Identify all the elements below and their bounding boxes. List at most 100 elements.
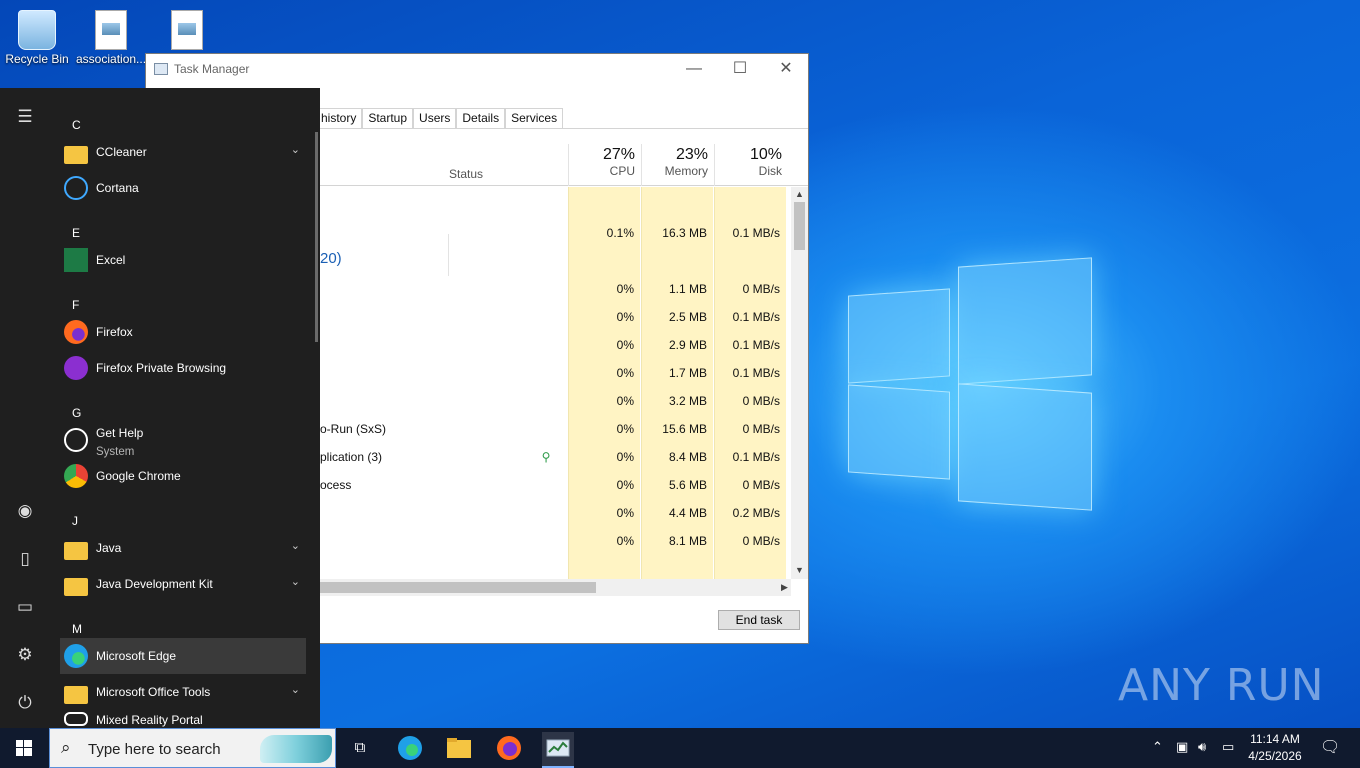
task-manager-taskbar-icon[interactable] bbox=[542, 732, 574, 768]
tab-services[interactable]: Services bbox=[505, 108, 564, 129]
task-view-icon[interactable]: ⧉ bbox=[344, 732, 376, 764]
app-label: Firefox bbox=[96, 325, 133, 339]
scroll-up-icon[interactable]: ▲ bbox=[791, 189, 808, 199]
folder-icon bbox=[64, 146, 88, 164]
file-explorer-taskbar-icon[interactable] bbox=[443, 732, 475, 764]
chevron-down-icon[interactable]: ⌄ bbox=[291, 575, 300, 588]
start-app-cortana[interactable]: Cortana bbox=[60, 170, 306, 206]
start-app-mixed-reality-portal[interactable]: Mixed Reality Portal bbox=[60, 702, 306, 728]
window-title: Task Manager bbox=[174, 62, 250, 76]
search-highlight-illustration bbox=[260, 735, 332, 763]
power-icon[interactable]: ⏻ bbox=[10, 688, 40, 718]
section-letter[interactable]: G bbox=[72, 406, 81, 420]
volume-icon[interactable]: 🔊︎ bbox=[1198, 739, 1206, 755]
start-app-get-help[interactable]: Get Help System bbox=[60, 422, 306, 458]
start-app-ccleaner[interactable]: CCleaner ⌄ bbox=[60, 134, 306, 170]
start-scrollbar[interactable] bbox=[315, 132, 318, 342]
settings-gear-icon[interactable]: ⚙ bbox=[10, 640, 40, 670]
scroll-down-icon[interactable]: ▼ bbox=[791, 565, 808, 575]
chevron-down-icon[interactable]: ⌄ bbox=[291, 683, 300, 696]
start-button[interactable] bbox=[0, 728, 48, 768]
tab-details[interactable]: Details bbox=[456, 108, 506, 129]
scroll-thumb[interactable] bbox=[794, 202, 805, 250]
app-sublabel: System bbox=[96, 446, 135, 458]
start-app-firefox[interactable]: Firefox bbox=[60, 314, 306, 350]
app-label: Java Development Kit bbox=[96, 577, 213, 591]
image-file-desktop-icon[interactable] bbox=[152, 4, 222, 52]
clock[interactable]: 11:14 AM 4/25/2026 bbox=[1242, 731, 1308, 765]
folder-icon bbox=[64, 542, 88, 560]
efficiency-mode-leaf-icon: ⚲ bbox=[541, 450, 551, 464]
disk-column-header[interactable]: 10% Disk bbox=[714, 144, 788, 186]
memory-percent: 23% bbox=[675, 146, 708, 163]
tab-app-history[interactable]: history bbox=[316, 108, 363, 129]
windows-logo-pane bbox=[848, 384, 950, 480]
vertical-scrollbar[interactable]: ▲ ▼ bbox=[791, 187, 808, 579]
app-label: Microsoft Office Tools bbox=[96, 685, 211, 699]
section-letter[interactable]: C bbox=[72, 118, 81, 132]
start-app-microsoft-edge[interactable]: Microsoft Edge bbox=[60, 638, 306, 674]
disk-value: 0.1 MB/s bbox=[732, 366, 780, 380]
app-label: Java bbox=[96, 541, 122, 555]
process-name: plication (3) bbox=[320, 450, 383, 464]
desktop-icon-label: association... bbox=[76, 52, 147, 66]
app-label: Cortana bbox=[96, 181, 139, 195]
disk-value: 0.1 MB/s bbox=[732, 226, 780, 240]
close-button[interactable]: ✕ bbox=[763, 54, 809, 84]
tab-startup[interactable]: Startup bbox=[362, 108, 414, 129]
search-icon: ⌕ bbox=[61, 738, 71, 757]
edge-icon bbox=[398, 736, 422, 760]
user-account-icon[interactable]: ◉ bbox=[10, 496, 40, 526]
section-letter[interactable]: E bbox=[72, 226, 80, 240]
folder-icon bbox=[447, 738, 471, 758]
show-hidden-icons-chevron-icon[interactable]: ⌃ bbox=[1152, 739, 1163, 755]
maximize-button[interactable]: ☐ bbox=[717, 54, 763, 84]
cpu-value: 0% bbox=[616, 282, 634, 296]
scroll-thumb[interactable] bbox=[320, 582, 596, 593]
pictures-icon[interactable]: ▭ bbox=[10, 592, 40, 622]
chevron-down-icon[interactable]: ⌄ bbox=[291, 143, 300, 156]
disk-percent: 10% bbox=[749, 146, 782, 163]
process-name: o-Run (SxS) bbox=[320, 422, 387, 436]
documents-icon[interactable]: ▯ bbox=[10, 544, 40, 574]
minimize-button[interactable]: — bbox=[671, 54, 717, 84]
memory-column-header[interactable]: 23% Memory bbox=[641, 144, 714, 186]
start-app-firefox-private-browsing[interactable]: Firefox Private Browsing bbox=[60, 350, 306, 386]
disk-value: 0 MB/s bbox=[742, 394, 780, 408]
section-letter[interactable]: F bbox=[72, 298, 79, 312]
chevron-down-icon[interactable]: ⌄ bbox=[291, 539, 300, 552]
title-bar[interactable]: Task Manager — ☐ ✕ bbox=[146, 54, 808, 84]
memory-value: 1.7 MB bbox=[668, 366, 707, 380]
start-app-excel[interactable]: Excel bbox=[60, 242, 306, 278]
firefox-taskbar-icon[interactable] bbox=[493, 732, 525, 764]
meet-now-icon[interactable]: ▣ bbox=[1176, 739, 1188, 755]
tab-users[interactable]: Users bbox=[413, 108, 457, 129]
taskbar-search-box[interactable]: ⌕ Type here to search bbox=[49, 728, 336, 768]
app-label: CCleaner bbox=[96, 145, 147, 159]
disk-value: 0 MB/s bbox=[742, 534, 780, 548]
status-column-header[interactable]: Status bbox=[449, 167, 483, 181]
memory-value: 5.6 MB bbox=[668, 478, 707, 492]
action-center-icon[interactable]: 🗨︎ bbox=[1320, 737, 1340, 757]
firefox-icon bbox=[64, 320, 88, 344]
end-task-button[interactable]: End task bbox=[718, 610, 800, 630]
edge-taskbar-icon[interactable] bbox=[394, 732, 426, 764]
cpu-value: 0% bbox=[616, 310, 634, 324]
section-letter[interactable]: J bbox=[72, 514, 78, 528]
scroll-right-icon[interactable]: ▶ bbox=[776, 582, 793, 593]
chrome-icon bbox=[64, 464, 88, 488]
recycle-bin-desktop-icon[interactable]: Recycle Bin bbox=[2, 4, 72, 66]
disk-value: 0.1 MB/s bbox=[732, 338, 780, 352]
windows-logo-pane bbox=[958, 257, 1092, 385]
start-app-java-development-kit[interactable]: Java Development Kit ⌄ bbox=[60, 566, 306, 602]
network-icon[interactable]: ▭ bbox=[1222, 739, 1234, 755]
cpu-column-header[interactable]: 27% CPU bbox=[568, 144, 641, 186]
windows-logo-pane bbox=[848, 288, 950, 384]
tab-bar: history Startup Users Details Services bbox=[316, 108, 564, 129]
hamburger-menu-icon[interactable]: ☰ bbox=[10, 102, 40, 132]
association-file-desktop-icon[interactable]: association... bbox=[76, 4, 146, 66]
start-app-java[interactable]: Java ⌄ bbox=[60, 530, 306, 566]
start-app-google-chrome[interactable]: Google Chrome bbox=[60, 458, 306, 494]
section-letter[interactable]: M bbox=[72, 622, 82, 636]
app-label: Excel bbox=[96, 253, 126, 267]
